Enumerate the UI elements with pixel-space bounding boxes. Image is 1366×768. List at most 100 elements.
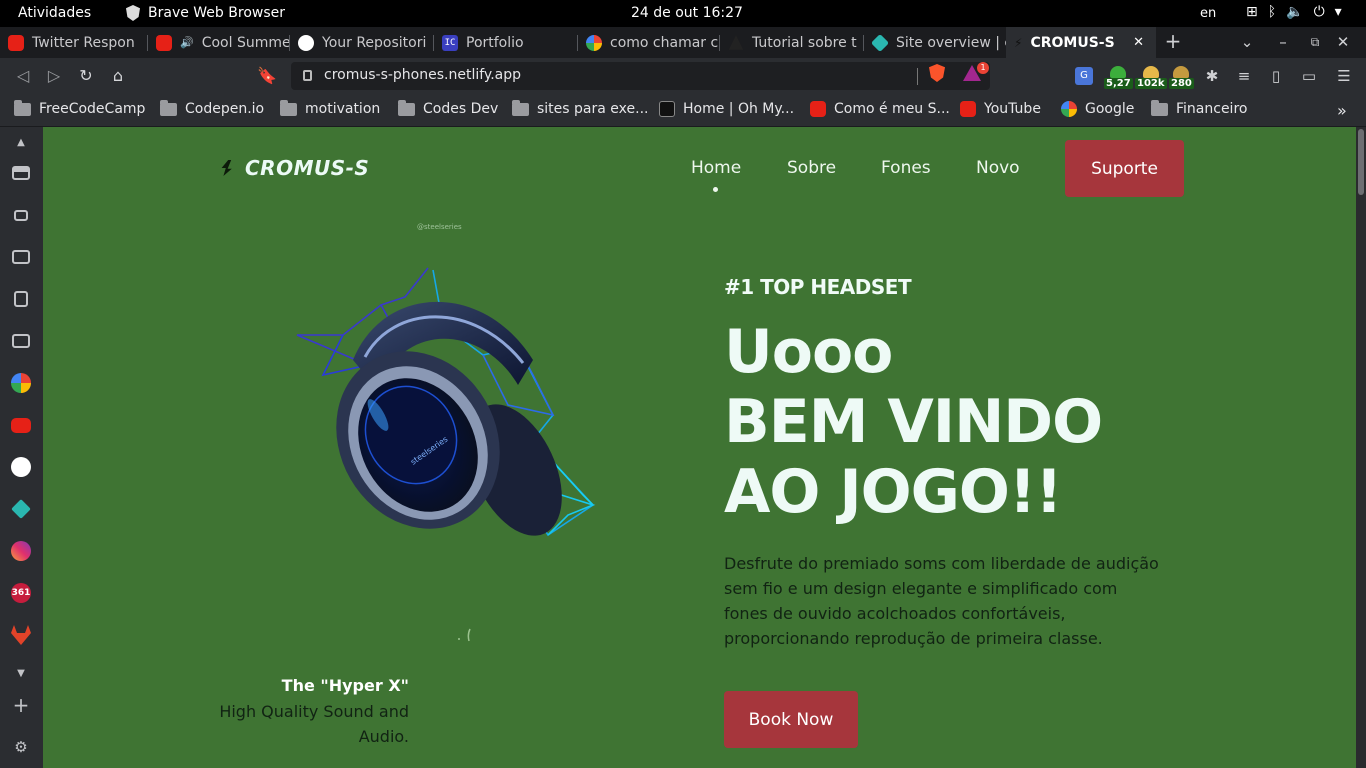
nav-sobre[interactable]: Sobre	[787, 158, 836, 178]
new-tab-icon[interactable]: +	[1164, 31, 1182, 51]
folder-icon	[398, 99, 415, 116]
headset-image: steelseries	[296, 267, 596, 537]
tab-search-chevron-icon[interactable]: ⌄	[1238, 33, 1256, 51]
extension-2[interactable]: 102k	[1135, 66, 1167, 89]
speaker-icon: 🔊	[180, 36, 194, 49]
tab-cromus-s[interactable]: ⚡ CROMUS-S ✕	[1006, 27, 1156, 58]
playlist-icon[interactable]: ≡	[1235, 67, 1253, 85]
tab-strip: Twitter Respon 🔊 Cool Summe Your Reposit…	[0, 27, 1366, 58]
nav-novo[interactable]: Novo	[976, 158, 1020, 178]
close-tab-icon[interactable]: ✕	[1133, 35, 1144, 50]
support-button[interactable]: Suporte	[1065, 140, 1184, 197]
tab-title: Cool Summe	[201, 34, 290, 51]
settings-gear-icon[interactable]: ⚙	[11, 737, 31, 757]
reload-icon[interactable]: ↻	[75, 65, 97, 87]
bookmark-como-e-meu[interactable]: Como é meu S...	[810, 101, 950, 117]
system-tray[interactable]: ⊞ ᛒ 🔈 ⏻ ▾	[1246, 4, 1342, 20]
scrollbar-thumb[interactable]	[1358, 129, 1364, 195]
page-scrollbar[interactable]	[1356, 127, 1366, 768]
bookmark-home-oh-my[interactable]: Home | Oh My...	[659, 101, 794, 117]
extension-1[interactable]: 5,27	[1104, 66, 1133, 89]
bookmark-youtube[interactable]: YouTube	[960, 101, 1041, 117]
home-icon[interactable]: ⌂	[107, 65, 129, 87]
forward-icon[interactable]: ▷	[43, 65, 65, 87]
nav-home[interactable]: Home	[691, 158, 741, 178]
video-call-icon[interactable]	[11, 205, 31, 225]
extension-2-icon	[1142, 66, 1159, 78]
menu-icon[interactable]: ☰	[1335, 67, 1353, 85]
sidebar-toggle-icon[interactable]: ▯	[1267, 67, 1285, 85]
folder-icon	[280, 99, 297, 116]
tab-title: Your Repositori	[322, 34, 427, 51]
minimize-icon[interactable]: –	[1274, 33, 1292, 51]
bookmark-codepen[interactable]: Codepen.io	[160, 99, 265, 117]
badge-361-icon[interactable]: 361	[11, 583, 31, 603]
extension-2-count: 102k	[1135, 78, 1167, 89]
close-window-icon[interactable]: ✕	[1334, 33, 1352, 51]
folder-icon	[1151, 99, 1168, 116]
cromus-logo-icon	[221, 160, 232, 176]
bookmark-motivation[interactable]: motivation	[280, 99, 380, 117]
extensions-puzzle-icon[interactable]: ✱	[1203, 67, 1221, 85]
youtube-icon	[960, 101, 976, 117]
activities-button[interactable]: Atividades	[18, 5, 91, 21]
tab-title: como chamar c	[610, 34, 719, 51]
folder-icon	[160, 99, 177, 116]
book-now-button[interactable]: Book Now	[724, 691, 858, 748]
youtube-icon	[8, 34, 24, 51]
bookmark-sites[interactable]: sites para exe...	[512, 99, 648, 117]
nav-fones[interactable]: Fones	[881, 158, 931, 178]
github-icon[interactable]	[11, 457, 31, 477]
address-bar[interactable]: cromus-s-phones.netlify.app	[291, 62, 990, 90]
bookmark-google[interactable]: Google	[1061, 101, 1134, 117]
tab-google-search[interactable]: como chamar c	[578, 27, 720, 58]
tab-tutorial[interactable]: Tutorial sobre t	[720, 27, 864, 58]
tab-twitter[interactable]: Twitter Respon	[0, 27, 148, 58]
instagram-icon[interactable]	[11, 541, 31, 561]
site-logo[interactable]: CROMUS-S	[245, 156, 369, 180]
bookmark-icon[interactable]: 🔖	[256, 65, 278, 87]
url-text[interactable]: cromus-s-phones.netlify.app	[324, 67, 521, 83]
power-icon: ⏻	[1313, 4, 1325, 20]
bookmark-label: Codepen.io	[185, 101, 265, 117]
google-icon[interactable]	[11, 373, 31, 393]
app-name: Brave Web Browser	[148, 5, 285, 21]
gitlab-icon[interactable]	[11, 625, 31, 645]
youtube-icon[interactable]	[11, 415, 31, 435]
collapse-down-icon[interactable]: ▼	[11, 663, 31, 683]
hero-title-line-3: AO JOGO!!	[724, 457, 1063, 527]
bookmark-label: Codes Dev	[423, 101, 499, 117]
bluetooth-icon: ᛒ	[1267, 4, 1277, 20]
briefcase-icon[interactable]	[11, 163, 31, 183]
app-menu[interactable]: Brave Web Browser	[126, 5, 285, 21]
tab-title: Site overview | c	[896, 34, 1006, 51]
wallet-icon[interactable]: ▭	[1300, 67, 1318, 85]
tab-repositories[interactable]: Your Repositori	[290, 27, 434, 58]
chevron-down-icon: ▾	[1334, 4, 1342, 20]
system-top-bar: Atividades Brave Web Browser 24 de out 1…	[0, 0, 1366, 27]
back-icon[interactable]: ◁	[12, 65, 34, 87]
bookmark-codes-dev[interactable]: Codes Dev	[398, 99, 499, 117]
wallet-icon[interactable]	[11, 247, 31, 267]
tab-title: CROMUS-S	[1030, 34, 1115, 51]
tab-site-overview[interactable]: Site overview | c	[864, 27, 1006, 58]
add-panel-icon[interactable]: +	[11, 693, 31, 717]
reading-list-icon[interactable]	[11, 331, 31, 351]
extension-3[interactable]: 280	[1169, 66, 1194, 89]
collapse-up-icon[interactable]: ▲	[11, 132, 31, 152]
tab-portfolio[interactable]: IC Portfolio	[434, 27, 578, 58]
bookmark-freecodecamp[interactable]: FreeCodeCamp	[14, 99, 145, 117]
clock[interactable]: 24 de out 16:27	[631, 5, 743, 21]
translate-icon[interactable]: G	[1075, 67, 1093, 85]
more-bookmarks-icon[interactable]: »	[1337, 101, 1347, 120]
extension-1-icon	[1110, 66, 1127, 78]
maximize-icon[interactable]: ⧉	[1306, 33, 1324, 51]
bookmark-financeiro[interactable]: Financeiro	[1151, 99, 1247, 117]
tutorial-icon	[728, 35, 744, 50]
bookmark-label: Como é meu S...	[834, 101, 950, 117]
netlify-icon[interactable]	[11, 499, 31, 519]
language-indicator[interactable]: en	[1200, 6, 1216, 21]
bookmarks-panel-icon[interactable]	[11, 289, 31, 309]
browser-sidebar: ▲ 361 ▼ + ⚙	[0, 127, 43, 768]
tab-cool-summer[interactable]: 🔊 Cool Summe	[148, 27, 290, 58]
